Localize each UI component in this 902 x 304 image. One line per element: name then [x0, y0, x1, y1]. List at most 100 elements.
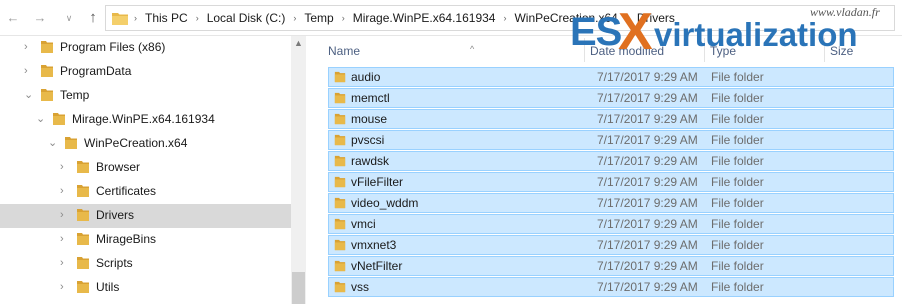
column-header-name[interactable]: Name ^ [328, 39, 578, 63]
file-type: File folder [711, 133, 764, 147]
column-header-size[interactable]: Size [830, 39, 890, 63]
breadcrumb: › This PC › Local Disk (C:) › Temp › Mirage.Win… [126, 6, 675, 30]
file-name: vFileFilter [351, 175, 404, 189]
breadcrumb-separator-icon[interactable]: › [503, 13, 506, 23]
file-row[interactable]: mouse 7/17/2017 9:29 AM File folder [328, 109, 894, 129]
breadcrumb-separator-icon[interactable]: › [196, 13, 199, 23]
folder-icon [334, 260, 346, 272]
file-row[interactable]: pvscsi 7/17/2017 9:29 AM File folder [328, 130, 894, 150]
column-divider[interactable] [824, 38, 825, 62]
breadcrumb-separator-icon[interactable]: › [293, 13, 296, 23]
file-type: File folder [711, 112, 764, 126]
file-date-modified: 7/17/2017 9:29 AM [597, 154, 698, 168]
file-row[interactable]: vmxnet3 7/17/2017 9:29 AM File folder [328, 235, 894, 255]
folder-icon [334, 92, 346, 104]
chevron-down-icon[interactable]: ⌄ [24, 89, 34, 101]
chevron-right-icon[interactable]: › [60, 185, 70, 197]
file-type: File folder [711, 154, 764, 168]
file-row[interactable]: vNetFilter 7/17/2017 9:29 AM File folder [328, 256, 894, 276]
file-row[interactable]: audio 7/17/2017 9:29 AM File folder [328, 67, 894, 87]
breadcrumb-separator-icon[interactable]: › [626, 13, 629, 23]
recent-locations-chevron-icon[interactable]: ∨ [60, 9, 78, 27]
chevron-right-icon[interactable]: › [24, 65, 34, 77]
column-header-date[interactable]: Date modified [590, 39, 700, 63]
tree-item-label: Program Files (x86) [60, 40, 166, 54]
file-row[interactable]: vss 7/17/2017 9:29 AM File folder [328, 277, 894, 297]
tree-item[interactable]: ⌄ Mirage.WinPE.x64.161934 [0, 108, 291, 132]
tree-item-label: MirageBins [96, 232, 157, 246]
chevron-down-icon[interactable]: ⌄ [48, 137, 58, 149]
file-row[interactable]: vFileFilter 7/17/2017 9:29 AM File folder [328, 172, 894, 192]
chevron-right-icon[interactable]: › [60, 281, 70, 293]
column-size-label: Size [830, 44, 854, 58]
tree-item[interactable]: › Certificates [0, 180, 291, 204]
chevron-right-icon[interactable]: › [60, 209, 70, 221]
tree-item[interactable]: ⌄ WinPeCreation.x64 [0, 132, 291, 156]
breadcrumb-item[interactable]: Drivers [637, 11, 675, 25]
forward-arrow-icon[interactable]: → [31, 9, 49, 27]
folder-icon [41, 41, 53, 53]
file-type: File folder [711, 259, 764, 273]
folder-icon [334, 155, 346, 167]
breadcrumb-item[interactable]: Temp [304, 11, 333, 25]
chevron-right-icon[interactable]: › [60, 161, 70, 173]
tree-item-label: Scripts [96, 256, 133, 270]
tree-item-label: Utils [96, 280, 120, 294]
scroll-up-icon[interactable]: ▲ [294, 38, 303, 48]
file-row[interactable]: memctl 7/17/2017 9:29 AM File folder [328, 88, 894, 108]
folder-icon [334, 176, 346, 188]
breadcrumb-item[interactable]: WinPeCreation.x64 [514, 11, 617, 25]
column-date-label: Date modified [590, 44, 665, 58]
file-row[interactable]: vmci 7/17/2017 9:29 AM File folder [328, 214, 894, 234]
folder-icon [53, 113, 65, 125]
back-arrow-icon[interactable]: ← [4, 9, 22, 27]
column-divider[interactable] [704, 38, 705, 62]
breadcrumb-item[interactable]: Local Disk (C:) [207, 11, 286, 25]
folder-icon [77, 281, 89, 293]
breadcrumb-item[interactable]: This PC [145, 11, 188, 25]
tree-item[interactable]: › ProgramData [0, 60, 291, 84]
nav-pane-scrollbar[interactable]: ▲ [291, 36, 306, 304]
chevron-down-icon[interactable]: ⌄ [36, 113, 46, 125]
breadcrumb-separator-icon[interactable]: › [342, 13, 345, 23]
column-divider[interactable] [584, 38, 585, 62]
file-type: File folder [711, 217, 764, 231]
file-date-modified: 7/17/2017 9:29 AM [597, 91, 698, 105]
column-type-label: Type [710, 44, 737, 58]
file-name: pvscsi [351, 133, 385, 147]
file-name: memctl [351, 91, 390, 105]
tree-item-label: Certificates [96, 184, 157, 198]
breadcrumb-separator-icon[interactable]: › [134, 13, 137, 23]
folder-icon [334, 113, 346, 125]
file-date-modified: 7/17/2017 9:29 AM [597, 112, 698, 126]
file-type: File folder [711, 175, 764, 189]
folder-icon [334, 239, 346, 251]
up-arrow-icon[interactable]: ↑ [84, 9, 102, 27]
tree-item[interactable]: › MirageBins [0, 228, 291, 252]
chevron-right-icon[interactable]: › [60, 257, 70, 269]
tree-item[interactable]: › Drivers [0, 204, 291, 228]
tree-item[interactable]: › Program Files (x86) [0, 36, 291, 60]
scrollbar-thumb[interactable] [292, 272, 305, 304]
tree-item-label: Browser [96, 160, 141, 174]
folder-icon [334, 281, 346, 293]
tree-item[interactable]: › Scripts [0, 252, 291, 276]
file-date-modified: 7/17/2017 9:29 AM [597, 217, 698, 231]
chevron-right-icon[interactable]: › [24, 41, 34, 53]
file-date-modified: 7/17/2017 9:29 AM [597, 259, 698, 273]
breadcrumb-item[interactable]: Mirage.WinPE.x64.161934 [353, 11, 496, 25]
tree-item-label: WinPeCreation.x64 [84, 136, 188, 150]
column-header-type[interactable]: Type [710, 39, 820, 63]
file-row[interactable]: rawdsk 7/17/2017 9:29 AM File folder [328, 151, 894, 171]
chevron-right-icon[interactable]: › [60, 233, 70, 245]
tree-item[interactable]: › Utils [0, 276, 291, 300]
file-row[interactable]: video_wddm 7/17/2017 9:29 AM File folder [328, 193, 894, 213]
folder-icon [65, 137, 77, 149]
address-bar[interactable]: › This PC › Local Disk (C:) › Temp › Mirage.Win… [105, 5, 895, 31]
tree-item[interactable]: › Browser [0, 156, 291, 180]
file-list-pane: Name ^ Date modified Type Size audio 7/17… [306, 36, 902, 304]
address-toolbar: ← → ∨ ↑ › This PC › Local Disk (C:) › Temp › Mi… [0, 0, 902, 36]
tree-item[interactable]: ⌄ Temp [0, 84, 291, 108]
folder-icon [41, 89, 53, 101]
folder-icon [77, 161, 89, 173]
